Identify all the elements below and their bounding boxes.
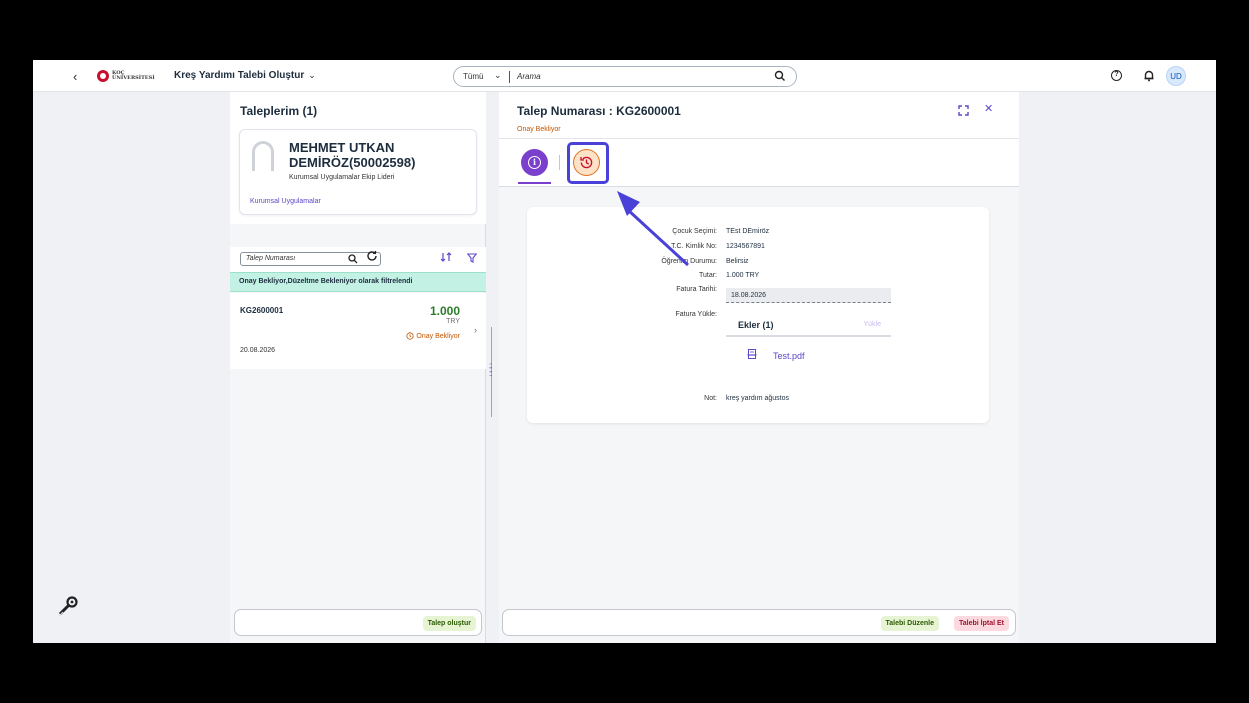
chevron-down-icon[interactable]: ⌄ — [494, 70, 502, 81]
invoice-upload-label: Fatura Yükle: — [675, 311, 717, 318]
list-header: Taleplerim (1) MEHMET UTKAN DEMİRÖZ(5000… — [230, 92, 486, 224]
logo-mark-icon — [97, 70, 109, 82]
logo-line2: ÜNİVERSİTESİ — [112, 75, 155, 81]
status-badge: Onay Bekliyor — [406, 332, 460, 340]
profile-name: MEHMET UTKAN DEMİRÖZ(50002598) — [289, 140, 416, 170]
profile-card: MEHMET UTKAN DEMİRÖZ(50002598) Kurumsal … — [239, 129, 477, 215]
attachment-file-link[interactable]: Test.pdf — [773, 351, 805, 361]
tab-history[interactable] — [573, 149, 600, 176]
detail-header: Talep Numarası : KG2600001 Onay Bekliyor… — [499, 92, 1019, 186]
splitter-grip-icon[interactable]: :::::: — [489, 362, 494, 378]
invoice-date-label: Fatura Tarihi: — [676, 286, 717, 293]
university-logo[interactable]: KOÇ ÜNİVERSİTESİ — [97, 69, 155, 83]
note-label: Not: — [704, 395, 717, 402]
list-toolbar: Talep Numarası — [230, 247, 486, 275]
info-icon: i — [528, 156, 541, 169]
note-value: kreş yardım ağustos — [726, 395, 790, 402]
search-input[interactable]: Arama — [517, 72, 541, 81]
amount-value: 1.000 TRY — [726, 272, 760, 279]
global-search: Tümü ⌄ Arama — [453, 66, 797, 87]
amount-label: Tutar: — [698, 272, 717, 279]
chevron-down-icon: ⌄ — [308, 70, 316, 80]
chevron-right-icon: › — [474, 325, 477, 335]
list-footer-toolbar: Talep oluştur — [234, 609, 482, 636]
detail-status: Onay Bekliyor — [517, 126, 561, 133]
sort-icon[interactable] — [440, 252, 452, 262]
person-placeholder-icon — [252, 141, 274, 171]
cancel-request-button[interactable]: Talebi İptal Et — [954, 616, 1009, 631]
request-amount: 1.000 — [429, 304, 460, 318]
education-label: Öğrenim Durumu: — [661, 258, 717, 265]
section-divider — [499, 186, 1019, 187]
close-icon[interactable]: ✕ — [984, 102, 993, 115]
request-number-filter[interactable]: Talep Numarası — [240, 252, 381, 266]
bell-icon[interactable] — [1143, 69, 1155, 82]
help-icon[interactable]: ? — [1111, 70, 1122, 81]
request-date: 20.08.2026 — [240, 347, 276, 354]
attachments-header: Ekler (1) Yükle — [726, 310, 891, 337]
history-icon — [580, 156, 593, 169]
search-scope-select[interactable]: Tümü — [463, 72, 483, 81]
status-text: Onay Bekliyor — [416, 332, 460, 340]
app-screen: ‹ KOÇ ÜNİVERSİTESİ Kreş Yardımı Talebi O… — [33, 60, 1216, 643]
list-item[interactable]: KG2600001 1.000 TRY Onay Bekliyor › 20.0… — [230, 293, 486, 369]
pdf-file-icon — [747, 349, 757, 359]
filter-funnel-icon[interactable] — [467, 253, 477, 263]
attachments-title: Ekler (1) — [738, 320, 774, 330]
fullscreen-icon[interactable] — [958, 105, 969, 116]
request-form-card: Çocuk Seçimi: TEst DEmiröz T.C. Kimlik N… — [527, 207, 989, 423]
filter-placeholder: Talep Numarası — [246, 255, 296, 262]
request-currency: TRY — [446, 318, 460, 325]
back-icon[interactable]: ‹ — [73, 69, 77, 84]
request-id: KG2600001 — [240, 306, 284, 315]
user-avatar[interactable]: UD — [1166, 66, 1186, 86]
shell-bar: ‹ KOÇ ÜNİVERSİTESİ Kreş Yardımı Talebi O… — [33, 60, 1216, 92]
search-divider — [509, 71, 510, 83]
magic-wand-icon[interactable] — [57, 595, 79, 617]
refresh-icon[interactable] — [366, 250, 378, 262]
history-icon — [406, 332, 415, 340]
child-value: TEst DEmiröz — [726, 228, 770, 235]
education-value: Belirsiz — [726, 258, 749, 265]
invoice-date-field: 18.08.2026 — [726, 288, 891, 303]
active-tab-indicator — [518, 182, 551, 184]
tab-info[interactable]: i — [521, 149, 548, 176]
create-request-button[interactable]: Talep oluştur — [422, 616, 476, 631]
profile-org-link[interactable]: Kurumsal Uygulamalar — [250, 198, 321, 205]
search-icon[interactable] — [348, 254, 358, 264]
tab-separator — [559, 155, 560, 170]
app-title-menu[interactable]: Kreş Yardımı Talebi Oluştur ⌄ — [174, 70, 316, 81]
header-divider — [499, 138, 1019, 139]
child-label: Çocuk Seçimi: — [672, 228, 717, 235]
tc-label: T.C. Kimlik No: — [671, 243, 717, 250]
app-title: Kreş Yardımı Talebi Oluştur — [174, 70, 305, 81]
tc-value: 1234567891 — [726, 243, 765, 250]
detail-footer-toolbar: Talebi Düzenle Talebi İptal Et — [502, 609, 1016, 636]
profile-role: Kurumsal Uygulamalar Ekip Lideri — [289, 174, 395, 181]
list-title: Taleplerim (1) — [240, 104, 318, 118]
upload-button[interactable]: Yükle — [863, 321, 881, 328]
master-list-pane: Taleplerim (1) MEHMET UTKAN DEMİRÖZ(5000… — [230, 92, 486, 643]
search-icon[interactable] — [774, 70, 786, 82]
edit-request-button[interactable]: Talebi Düzenle — [880, 616, 939, 631]
filter-info-bar[interactable]: Onay Bekliyor,Düzeltme Bekleniyor olarak… — [230, 272, 486, 292]
detail-title: Talep Numarası : KG2600001 — [517, 104, 681, 118]
detail-pane: Talep Numarası : KG2600001 Onay Bekliyor… — [499, 92, 1019, 643]
filter-info-text: Onay Bekliyor,Düzeltme Bekleniyor olarak… — [239, 278, 413, 285]
